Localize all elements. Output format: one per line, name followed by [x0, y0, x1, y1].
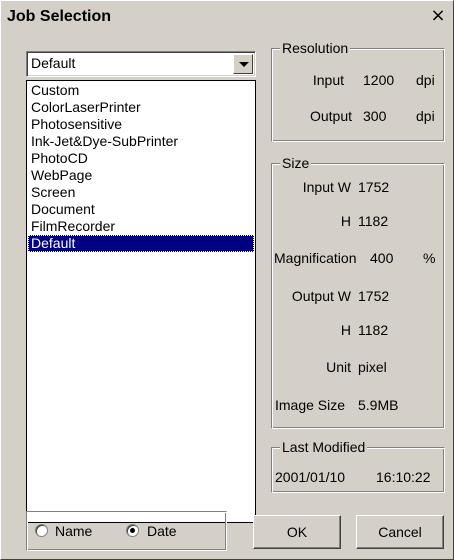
chevron-down-icon[interactable] [233, 54, 253, 74]
size-input-w-label: Input W [302, 179, 351, 195]
cancel-button[interactable]: Cancel [356, 515, 444, 549]
size-group-label: Size [280, 154, 312, 172]
ok-button[interactable]: OK [253, 515, 341, 549]
sort-by-name-radio[interactable] [35, 524, 48, 537]
list-item-webpage[interactable]: WebPage [28, 167, 254, 184]
list-item-inkjet-dye-sub-printer[interactable]: Ink-Jet&Dye-SubPrinter [28, 133, 254, 150]
list-item-photosensitive[interactable]: Photosensitive [28, 116, 254, 133]
resolution-input-value: 1200 [363, 72, 395, 88]
job-type-combobox[interactable]: Default [26, 51, 256, 77]
size-output-w-value: 1752 [358, 288, 390, 304]
last-modified-group-label: Last Modified [280, 438, 368, 456]
resolution-input-label: Input [312, 72, 344, 88]
size-image-size-value: 5.9MB [358, 397, 399, 413]
size-image-size-label: Image Size [275, 397, 346, 413]
job-type-list[interactable]: Custom ColorLaserPrinter Photosensitive … [26, 80, 256, 523]
last-modified-time: 16:10:22 [376, 469, 431, 485]
dialog-title: Job Selection [7, 8, 112, 25]
size-magnification-value: 400 [370, 250, 394, 266]
list-item-photocd[interactable]: PhotoCD [28, 150, 254, 167]
resolution-input-unit: dpi [416, 72, 435, 88]
list-item-custom[interactable]: Custom [28, 82, 254, 99]
job-selection-dialog: Job Selection × Default Custom ColorLase… [0, 0, 454, 560]
list-item-screen[interactable]: Screen [28, 184, 254, 201]
size-output-h-value: 1182 [358, 322, 389, 338]
close-icon[interactable]: × [427, 6, 449, 28]
sort-by-date-radio[interactable] [126, 524, 139, 537]
size-unit-label: Unit [326, 359, 351, 375]
sort-by-name-label[interactable]: Name [55, 522, 92, 540]
list-item-color-laser-printer[interactable]: ColorLaserPrinter [28, 99, 254, 116]
list-item-default[interactable]: Default [28, 235, 254, 252]
size-unit-value: pixel [358, 359, 387, 375]
size-magnification-unit: % [423, 250, 436, 266]
title-bar[interactable]: Job Selection × [3, 3, 451, 31]
size-input-h-label: H [340, 213, 351, 229]
list-item-film-recorder[interactable]: FilmRecorder [28, 218, 254, 235]
size-input-h-value: 1182 [358, 213, 389, 229]
size-output-w-label: Output W [291, 288, 351, 304]
resolution-output-unit: dpi [416, 108, 435, 124]
sort-by-date-label[interactable]: Date [147, 522, 177, 540]
size-output-h-label: H [340, 322, 351, 338]
list-item-document[interactable]: Document [28, 201, 254, 218]
resolution-group: Resolution [271, 39, 445, 142]
size-input-w-value: 1752 [358, 179, 390, 195]
resolution-group-label: Resolution [280, 39, 351, 57]
job-type-combobox-value: Default [31, 55, 76, 71]
resolution-output-label: Output [309, 108, 352, 124]
size-magnification-label: Magnification [274, 250, 357, 266]
last-modified-date: 2001/01/10 [275, 469, 346, 485]
resolution-output-value: 300 [363, 108, 387, 124]
